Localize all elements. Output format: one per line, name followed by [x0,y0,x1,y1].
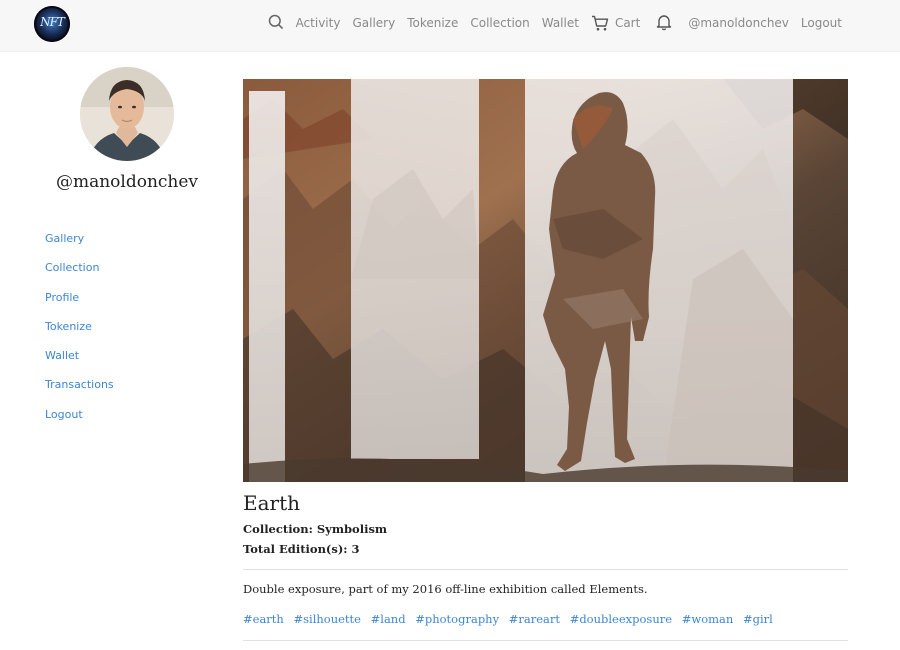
sidebar-item-wallet[interactable]: Wallet [45,349,114,378]
site-logo[interactable]: NFT [34,6,70,42]
nav-tokenize[interactable]: Tokenize [407,16,458,30]
nav-activity[interactable]: Activity [296,16,341,30]
tag-woman[interactable]: #woman [682,612,734,626]
top-navbar: NFT Activity Gallery Tokenize Collection… [0,0,900,52]
sidebar-item-profile[interactable]: Profile [45,291,114,320]
tag-photography[interactable]: #photography [415,612,499,626]
bell-icon[interactable] [656,13,672,34]
tag-list: #earth #silhouette #land #photography #r… [243,612,779,626]
sidebar-item-transactions[interactable]: Transactions [45,378,114,407]
tag-rareart[interactable]: #rareart [509,612,560,626]
nav-gallery[interactable]: Gallery [352,16,395,30]
tag-land[interactable]: #land [371,612,406,626]
tag-doubleexposure[interactable]: #doubleexposure [570,612,672,626]
nav-username[interactable]: @manoldonchev [688,16,789,30]
sidebar-item-collection[interactable]: Collection [45,261,114,290]
artwork-editions: Total Edition(s): 3 [243,542,360,556]
nav-logout[interactable]: Logout [801,16,842,30]
top-nav: Activity Gallery Tokenize Collection Wal… [256,0,842,46]
sidebar-item-gallery[interactable]: Gallery [45,232,114,261]
profile-sidebar: @manoldonchev Gallery Collection Profile… [0,52,243,650]
avatar[interactable] [80,67,174,161]
artwork-collection: Collection: Symbolism [243,522,388,536]
tag-girl[interactable]: #girl [743,612,773,626]
artwork-description: Double exposure, part of my 2016 off-lin… [243,582,648,596]
cart-label: Cart [614,16,641,30]
profile-username: @manoldonchev [55,172,199,192]
artwork-image[interactable] [243,79,848,482]
artwork-title: Earth [243,491,301,515]
nav-cart[interactable]: Cart [591,15,640,32]
search-icon[interactable] [268,14,284,33]
logo-text: NFT [40,15,65,29]
nav-collection[interactable]: Collection [470,16,529,30]
sidebar-item-logout[interactable]: Logout [45,408,114,437]
sidebar-menu: Gallery Collection Profile Tokenize Wall… [45,232,114,437]
cart-icon [591,15,609,30]
divider [243,640,848,641]
divider [243,569,848,570]
sidebar-item-tokenize[interactable]: Tokenize [45,320,114,349]
nav-wallet[interactable]: Wallet [542,16,579,30]
tag-silhouette[interactable]: #silhouette [293,612,360,626]
tag-earth[interactable]: #earth [243,612,284,626]
